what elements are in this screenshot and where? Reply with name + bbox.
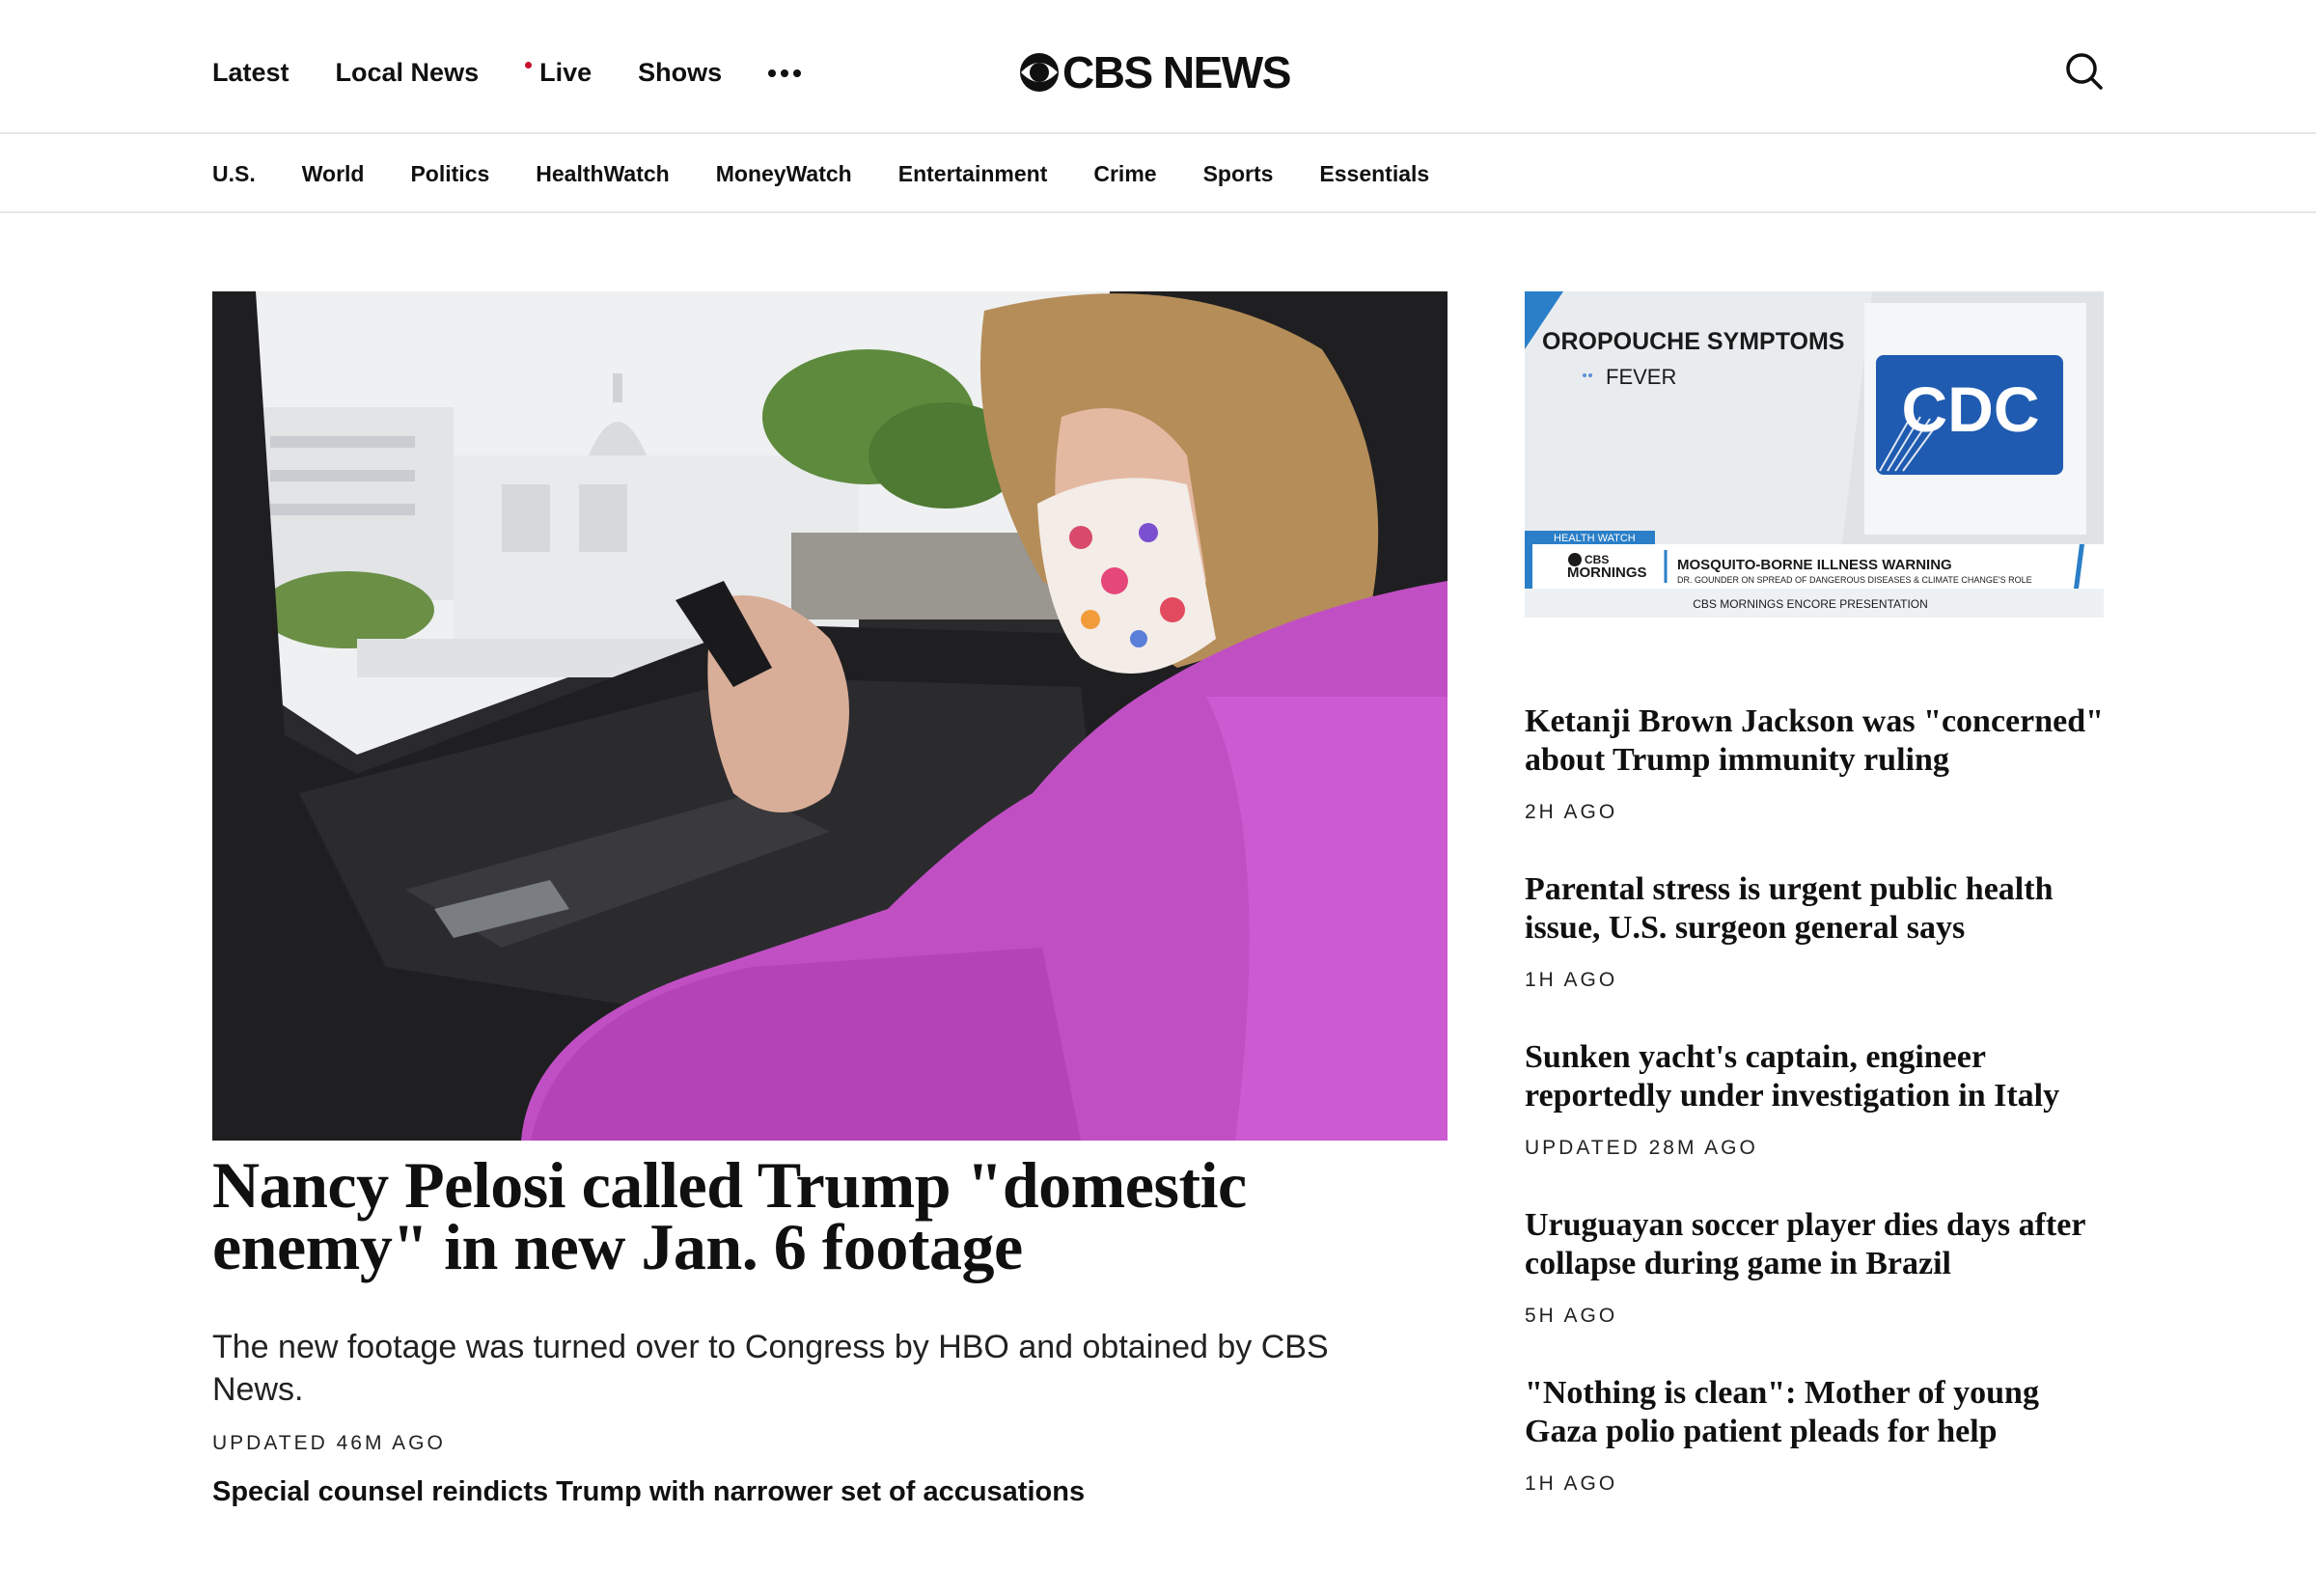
- video-encore: CBS MORNINGS ENCORE PRESENTATION: [1693, 597, 1928, 611]
- side-story-title[interactable]: Uruguayan soccer player dies days after …: [1525, 1206, 2104, 1283]
- side-story[interactable]: Uruguayan soccer player dies days after …: [1525, 1206, 2104, 1328]
- lead-timestamp: UPDATED 46M AGO: [212, 1432, 446, 1454]
- side-story[interactable]: Ketanji Brown Jackson was "concerned" ab…: [1525, 702, 2104, 824]
- video-title: OROPOUCHE SYMPTOMS: [1542, 328, 1844, 355]
- section-healthwatch[interactable]: HealthWatch: [536, 161, 669, 187]
- nav-shows-label: Shows: [638, 58, 723, 87]
- side-story-time: 2H AGO: [1525, 801, 1618, 823]
- section-entertainment[interactable]: Entertainment: [898, 161, 1048, 187]
- logo-wordmark: CBS NEWS: [1062, 47, 1291, 97]
- side-story-time: 1H AGO: [1525, 969, 1618, 991]
- video-show-line2: MORNINGS: [1567, 564, 1647, 581]
- more-menu-button[interactable]: [768, 64, 802, 83]
- side-story[interactable]: Parental stress is urgent public health …: [1525, 870, 2104, 992]
- lead-related-link[interactable]: Special counsel reindicts Trump with nar…: [212, 1476, 1085, 1508]
- side-story-title[interactable]: Parental stress is urgent public health …: [1525, 870, 2104, 948]
- side-story-time: 1H AGO: [1525, 1472, 1618, 1495]
- section-us[interactable]: U.S.: [212, 161, 256, 187]
- side-video-thumbnail[interactable]: CDC OROPOUCHE SYMPTOMS FEVER HEALTH WATC…: [1525, 291, 2104, 618]
- nav-shows[interactable]: Shows: [638, 58, 722, 88]
- video-category: HEALTH WATCH: [1554, 533, 1636, 544]
- lead-story-image[interactable]: [212, 291, 1448, 1141]
- search-button[interactable]: [2063, 50, 2106, 93]
- video-still: CDC OROPOUCHE SYMPTOMS FEVER HEALTH WATC…: [1525, 291, 2104, 618]
- side-story-time: UPDATED 28M AGO: [1525, 1137, 1758, 1159]
- side-story[interactable]: "Nothing is clean": Mother of young Gaza…: [1525, 1374, 2104, 1496]
- more-dots-icon: [768, 64, 802, 83]
- section-politics[interactable]: Politics: [410, 161, 489, 187]
- video-bullet: FEVER: [1606, 365, 1676, 389]
- video-ticker-sub: DR. GOUNDER ON SPREAD OF DANGEROUS DISEA…: [1677, 575, 2032, 585]
- primary-nav: Latest Local News Live Shows: [212, 58, 847, 88]
- side-story-title[interactable]: Ketanji Brown Jackson was "concerned" ab…: [1525, 702, 2104, 780]
- section-moneywatch[interactable]: MoneyWatch: [716, 161, 852, 187]
- section-essentials[interactable]: Essentials: [1319, 161, 1429, 187]
- nav-local-news[interactable]: Local News: [336, 58, 480, 88]
- section-crime[interactable]: Crime: [1093, 161, 1156, 187]
- side-story-list: Ketanji Brown Jackson was "concerned" ab…: [1525, 702, 2104, 1542]
- lead-dek: The new footage was turned over to Congr…: [212, 1329, 1329, 1408]
- cbs-news-logo[interactable]: CBS NEWS: [1019, 47, 1291, 97]
- section-sports[interactable]: Sports: [1203, 161, 1274, 187]
- lead-photo: [212, 291, 1448, 1141]
- nav-latest[interactable]: Latest: [212, 58, 290, 88]
- section-nav-list: U.S. World Politics HealthWatch MoneyWat…: [212, 161, 1475, 187]
- side-story-time: 5H AGO: [1525, 1305, 1618, 1327]
- video-ticker: MOSQUITO-BORNE ILLNESS WARNING: [1677, 557, 1952, 573]
- site-header: Latest Local News Live Shows CBS NEWS: [0, 0, 2316, 134]
- search-icon: [2066, 53, 2103, 90]
- section-world[interactable]: World: [302, 161, 365, 187]
- live-indicator-dot: [525, 62, 533, 69]
- section-nav: U.S. World Politics HealthWatch MoneyWat…: [0, 134, 2316, 213]
- nav-latest-label: Latest: [212, 58, 290, 87]
- cbs-eye-icon: [1020, 53, 1059, 92]
- lead-headline[interactable]: Nancy Pelosi called Trump "domestic enem…: [212, 1152, 1448, 1280]
- side-story-title[interactable]: "Nothing is clean": Mother of young Gaza…: [1525, 1374, 2104, 1451]
- cdc-logo-text: CDC: [1902, 373, 2040, 445]
- nav-local-news-label: Local News: [335, 58, 480, 87]
- nav-live-label: Live: [539, 58, 593, 87]
- side-story[interactable]: Sunken yacht's captain, engineer reporte…: [1525, 1038, 2104, 1160]
- side-story-title[interactable]: Sunken yacht's captain, engineer reporte…: [1525, 1038, 2104, 1115]
- nav-live[interactable]: Live: [525, 58, 592, 88]
